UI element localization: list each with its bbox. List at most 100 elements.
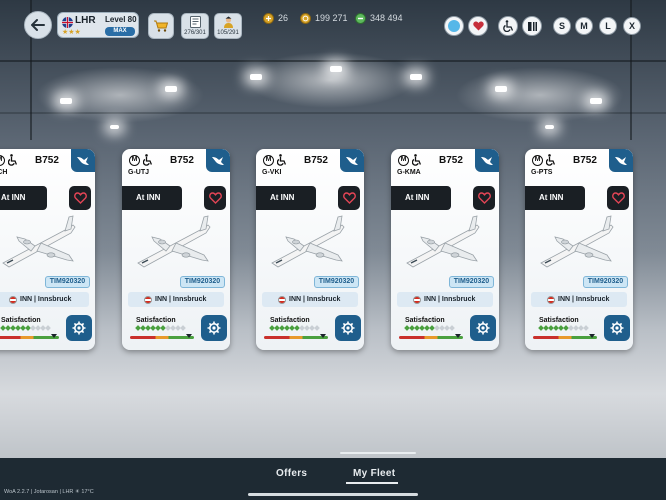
coins-display: 199 271 xyxy=(300,12,348,24)
aircraft-registration: G-UTJ xyxy=(128,169,149,176)
satisfaction-stars xyxy=(404,325,457,331)
satisfaction-stars xyxy=(135,325,188,331)
aircraft-image xyxy=(271,215,345,268)
size-filter-m[interactable]: M xyxy=(575,17,593,35)
favorite-button[interactable] xyxy=(473,186,495,210)
aircraft-type: B752 xyxy=(439,155,463,166)
home-indicator[interactable] xyxy=(248,493,418,496)
staff-counter[interactable]: 105/291 xyxy=(214,13,242,39)
accessibility-filter-icon xyxy=(502,20,513,32)
tab-my-fleet[interactable]: My Fleet xyxy=(353,468,395,479)
aircraft-type: B752 xyxy=(35,155,59,166)
gear-icon xyxy=(476,321,490,335)
pilot-icon xyxy=(224,16,233,28)
size-filter-s[interactable]: S xyxy=(553,17,571,35)
filter-accessibility-button[interactable] xyxy=(498,16,518,36)
airline-tail-badge xyxy=(206,149,230,172)
aircraft-card[interactable]: M B752 ZCH At INN TIM920320 INN | Innsbr… xyxy=(0,149,95,350)
favorite-button[interactable] xyxy=(607,186,629,210)
back-button[interactable] xyxy=(24,11,52,39)
aircraft-registration: G-KMA xyxy=(397,169,421,176)
aircraft-image xyxy=(137,215,211,268)
satisfaction-star xyxy=(449,325,455,331)
route-label: INN | Innsbruck xyxy=(0,292,89,307)
satisfaction-meter xyxy=(399,336,463,339)
aircraft-type: B752 xyxy=(304,155,328,166)
aircraft-status: At INN xyxy=(525,186,585,210)
cart-button[interactable] xyxy=(148,13,174,39)
satisfaction-star xyxy=(45,325,51,331)
satisfaction-meter xyxy=(533,336,597,339)
coins-value: 199 271 xyxy=(315,13,348,23)
favorite-button[interactable] xyxy=(338,186,360,210)
uk-flag-icon xyxy=(62,17,73,28)
settings-button[interactable] xyxy=(335,315,361,341)
shopping-cart-icon xyxy=(154,20,168,32)
satisfaction-label: Satisfaction xyxy=(270,317,310,324)
gear-icon xyxy=(72,321,86,335)
xp-coin-icon xyxy=(263,12,274,24)
heart-icon xyxy=(208,192,222,204)
favorite-button[interactable] xyxy=(69,186,91,210)
aircraft-image xyxy=(2,215,76,268)
heart-icon xyxy=(611,192,625,204)
route-text: INN | Innsbruck xyxy=(20,296,72,303)
grid-filter-icon xyxy=(527,21,537,31)
blue-dot-filter-icon xyxy=(448,20,460,32)
size-badge: M xyxy=(532,155,543,166)
accessibility-icon xyxy=(8,154,18,166)
settings-button[interactable] xyxy=(66,315,92,341)
aircraft-status: At INN xyxy=(256,186,316,210)
size-filter-l[interactable]: L xyxy=(599,17,617,35)
aircraft-type: B752 xyxy=(170,155,194,166)
route-label: INN | Innsbruck xyxy=(531,292,627,307)
austria-flag-icon xyxy=(278,295,286,304)
route-label: INN | Innsbruck xyxy=(128,292,224,307)
size-badge: M xyxy=(263,155,274,166)
heart-icon xyxy=(73,192,87,204)
route-text: INN | Innsbruck xyxy=(289,296,341,303)
filter-grid-button[interactable] xyxy=(522,16,542,36)
xp-display: 26 xyxy=(263,12,288,24)
bird-logo-icon xyxy=(615,157,627,165)
airline-tail-badge xyxy=(71,149,95,172)
airport-code: LHR xyxy=(75,15,96,26)
top-bar: LHR ★★★ Level 80 MAX 276/301 105/291 26 … xyxy=(0,0,666,48)
tab-offers[interactable]: Offers xyxy=(276,468,307,479)
satisfaction-stars xyxy=(0,325,53,331)
airport-level-panel[interactable]: LHR ★★★ Level 80 MAX xyxy=(57,12,139,38)
settings-button[interactable] xyxy=(470,315,496,341)
size-badge: M xyxy=(0,155,5,166)
staff-count: 105/291 xyxy=(217,30,239,36)
filter-blue-button[interactable] xyxy=(444,16,464,36)
level-label: Level 80 xyxy=(105,15,137,24)
gear-icon xyxy=(610,321,624,335)
favorite-button[interactable] xyxy=(204,186,226,210)
carousel-scroll-indicator xyxy=(340,452,416,454)
bird-logo-icon xyxy=(212,157,224,165)
airline-tail-badge xyxy=(609,149,633,172)
aircraft-card[interactable]: M B752 G-KMA At INN TIM920320 INN | Inns… xyxy=(391,149,499,350)
flight-code: TIM920320 xyxy=(45,276,90,288)
filter-favorites-button[interactable] xyxy=(468,16,488,36)
aircraft-card[interactable]: M B752 G-VKI At INN TIM920320 INN | Inns… xyxy=(256,149,364,350)
list-icon xyxy=(190,16,201,28)
aircraft-registration: G-PTS xyxy=(531,169,553,176)
aircraft-card[interactable]: M B752 G-UTJ At INN TIM920320 INN | Inns… xyxy=(122,149,230,350)
active-tab-indicator xyxy=(346,482,398,484)
accessibility-icon xyxy=(143,154,153,166)
aircraft-card[interactable]: M B752 G-PTS At INN TIM920320 INN | Inns… xyxy=(525,149,633,350)
route-text: INN | Innsbruck xyxy=(424,296,476,303)
max-badge: MAX xyxy=(105,27,135,36)
back-arrow-icon xyxy=(31,19,45,31)
settings-button[interactable] xyxy=(604,315,630,341)
size-filter-x[interactable]: X xyxy=(623,17,641,35)
satisfaction-label: Satisfaction xyxy=(539,317,579,324)
satisfaction-marker xyxy=(185,334,192,338)
bird-logo-icon xyxy=(481,157,493,165)
cash-display: 348 494 xyxy=(355,12,403,24)
settings-button[interactable] xyxy=(201,315,227,341)
routes-counter[interactable]: 276/301 xyxy=(181,13,209,39)
satisfaction-marker xyxy=(454,334,461,338)
austria-flag-icon xyxy=(413,295,421,304)
